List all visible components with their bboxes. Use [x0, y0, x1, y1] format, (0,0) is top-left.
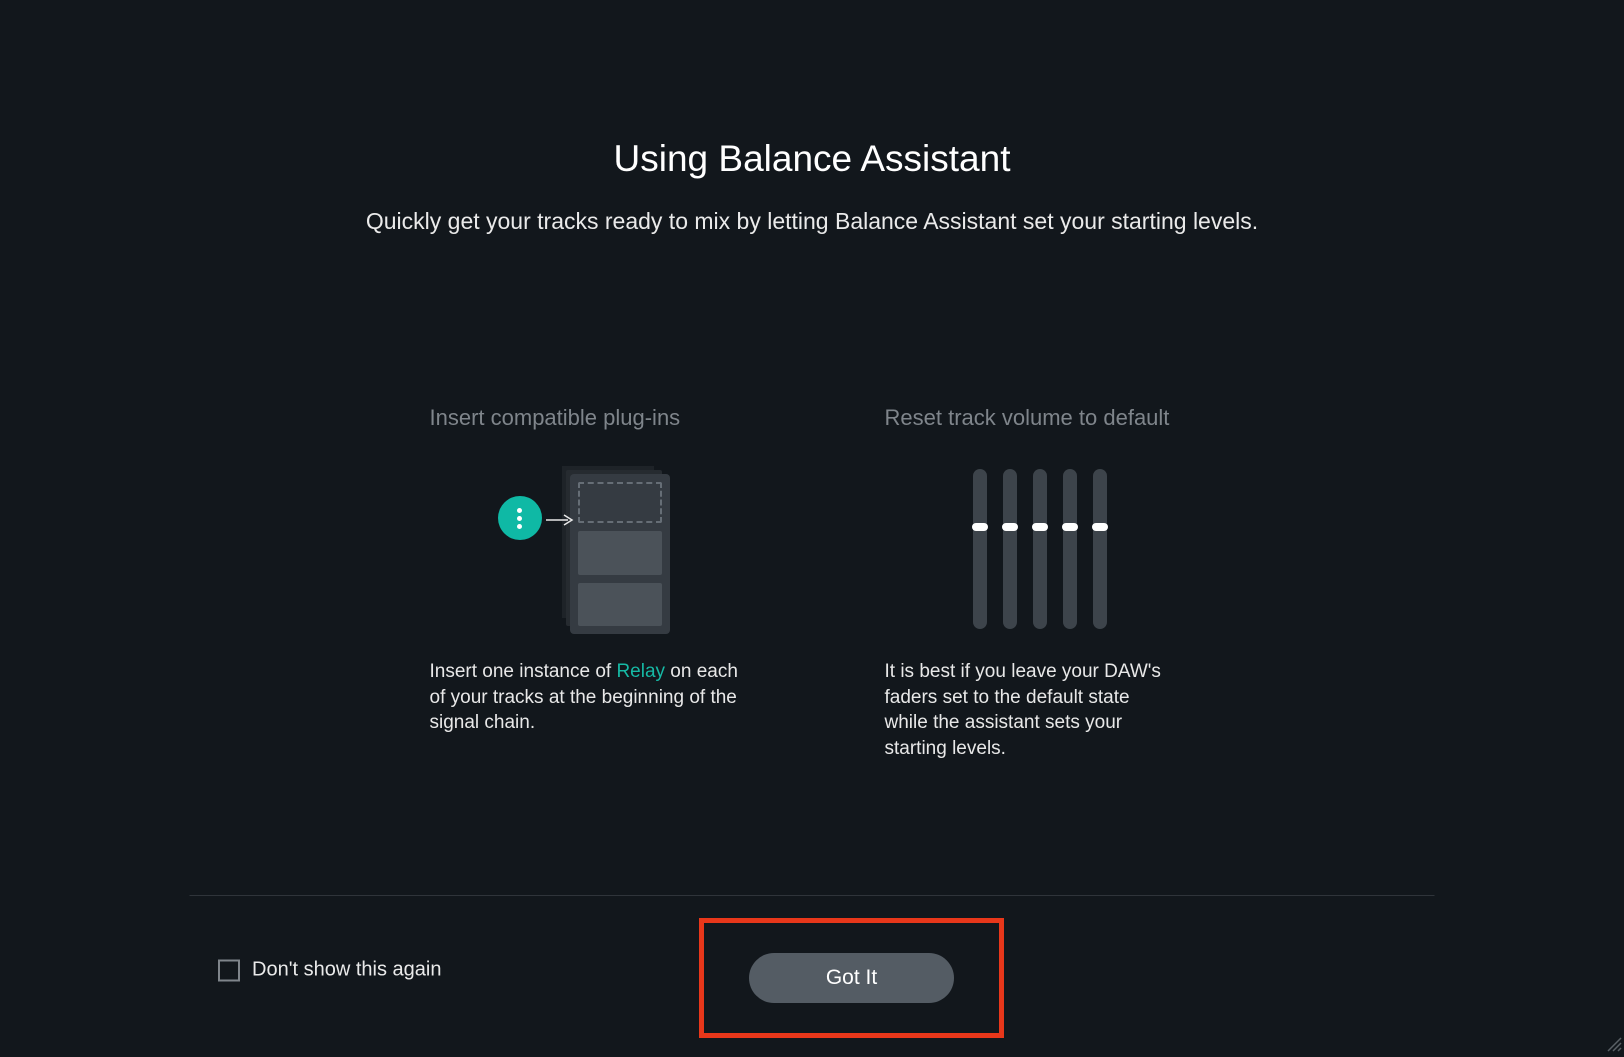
- step-description: It is best if you leave your DAW's fader…: [885, 659, 1165, 762]
- relay-link[interactable]: Relay: [616, 661, 665, 682]
- step-title: Reset track volume to default: [885, 405, 1195, 431]
- step-insert-plugins: Insert compatible plug-ins: [430, 405, 740, 762]
- plugin-slot-empty-icon: [578, 482, 662, 523]
- highlight-box: Got It: [699, 918, 1004, 1038]
- step-reset-volume: Reset track volume to default It is best…: [885, 405, 1195, 762]
- checkbox-icon[interactable]: [218, 959, 240, 981]
- got-it-button[interactable]: Got It: [749, 953, 954, 1003]
- divider: [190, 895, 1435, 896]
- resize-grip-icon[interactable]: [1604, 1034, 1622, 1052]
- fader-icon: [1093, 469, 1107, 629]
- plugin-slots-icon: [570, 474, 670, 634]
- step-description: Insert one instance of Relay on each of …: [430, 659, 740, 736]
- arrow-right-icon: [546, 514, 574, 524]
- page-subtitle: Quickly get your tracks ready to mix by …: [366, 208, 1258, 235]
- fader-icon: [1033, 469, 1047, 629]
- steps-row: Insert compatible plug-ins: [430, 405, 1195, 762]
- checkbox-label: Don't show this again: [252, 959, 441, 982]
- plugin-circle-icon: [498, 496, 542, 540]
- plugin-illustration: [430, 459, 740, 639]
- plugin-slot-icon: [578, 583, 662, 626]
- fader-illustration: [885, 459, 1195, 639]
- plugin-slot-icon: [578, 531, 662, 574]
- fader-icon: [1063, 469, 1077, 629]
- dont-show-again-wrap[interactable]: Don't show this again: [218, 959, 441, 982]
- step-title: Insert compatible plug-ins: [430, 405, 740, 431]
- step-desc-pre: Insert one instance of: [430, 661, 617, 682]
- fader-icon: [973, 469, 987, 629]
- dialog-content: Using Balance Assistant Quickly get your…: [0, 0, 1624, 912]
- page-title: Using Balance Assistant: [614, 138, 1011, 180]
- fader-icon: [1003, 469, 1017, 629]
